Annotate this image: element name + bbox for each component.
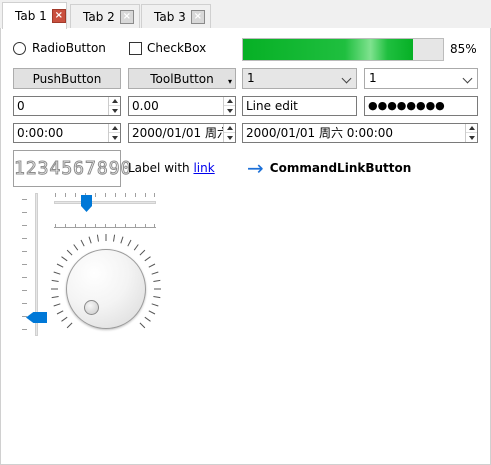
spinbox-double-value: 0.00 [132, 99, 159, 113]
dial-notch [144, 316, 151, 322]
dial-notch [113, 234, 116, 242]
dial-notch [88, 236, 92, 244]
tool-button[interactable]: ToolButton ▾ [128, 68, 236, 89]
slider-groove [54, 201, 156, 204]
date-edit-value: 2000/01/01 周六 [132, 126, 229, 140]
checkbox[interactable] [129, 42, 142, 55]
tab-1-label: Tab 1 [15, 9, 47, 23]
dial-notch [56, 263, 64, 268]
password-field[interactable]: ●●●●●●●● [364, 96, 478, 116]
slider-ticks-bottom [54, 224, 156, 228]
close-icon[interactable]: × [51, 9, 66, 23]
dial-notch [61, 256, 68, 262]
datetime-edit-value: 2000/01/01 周六 0:00:00 [246, 126, 394, 140]
close-icon[interactable]: × [119, 9, 134, 24]
chevron-down-icon: ▾ [227, 77, 232, 86]
label-link[interactable]: link [193, 161, 214, 175]
spin-buttons [223, 97, 235, 115]
time-edit[interactable]: 0:00:00 [13, 123, 121, 143]
time-edit-value: 0:00:00 [17, 126, 64, 140]
spin-buttons [465, 124, 477, 142]
dial-notch [148, 263, 156, 268]
dial-notch [80, 239, 85, 247]
dial-notch [66, 322, 73, 329]
dial-notch [53, 271, 61, 275]
dial-notch [144, 256, 151, 262]
spin-buttons [223, 124, 235, 142]
tab-bar: Tab 1 × Tab 2 × Tab 3 × [0, 0, 491, 29]
checkbox-label: CheckBox [147, 41, 207, 55]
dial-notch [51, 296, 59, 299]
dial[interactable] [66, 249, 146, 329]
triangle-down-icon[interactable] [109, 106, 120, 115]
dial-notch [120, 236, 124, 244]
dial-notch [66, 249, 73, 256]
triangle-up-icon[interactable] [224, 97, 235, 106]
radio-button-label: RadioButton [32, 41, 106, 55]
combo-box[interactable]: 1 [364, 68, 478, 89]
combo-value: 1 [247, 71, 255, 85]
dial-notch [73, 244, 79, 251]
slider-handle[interactable] [81, 195, 92, 212]
dial-notch [148, 310, 156, 315]
triangle-down-icon[interactable] [109, 133, 120, 142]
dial-notch [51, 279, 59, 282]
command-link-label: CommandLinkButton [269, 161, 412, 175]
dial-notch [53, 303, 61, 307]
dial-notch [153, 279, 161, 282]
progress-fill [243, 39, 413, 60]
progress-text: 85% [450, 42, 477, 56]
arrow-right-icon: → [247, 156, 264, 180]
tab-3[interactable]: Tab 3 × [141, 4, 211, 28]
dial-notch [61, 316, 68, 322]
slider-ticks-left [22, 193, 27, 336]
triangle-up-icon[interactable] [224, 124, 235, 133]
dial-notch [151, 271, 159, 275]
triangle-up-icon[interactable] [466, 124, 477, 133]
triangle-up-icon[interactable] [109, 124, 120, 133]
triangle-down-icon[interactable] [224, 133, 235, 142]
slider-ticks-top [54, 193, 156, 197]
tab-2[interactable]: Tab 2 × [70, 4, 140, 28]
label-text: Label with [128, 161, 194, 175]
push-button[interactable]: PushButton [13, 68, 121, 89]
tool-button-label: ToolButton [150, 72, 214, 86]
tab-2-label: Tab 2 [83, 9, 115, 24]
triangle-down-icon[interactable] [466, 133, 477, 142]
spinbox-int[interactable]: 0 [13, 96, 121, 116]
dial-notch [139, 322, 146, 329]
date-edit[interactable]: 2000/01/01 周六 [128, 123, 236, 143]
label-with-link: Label with link [128, 161, 215, 175]
command-link-button[interactable]: → CommandLinkButton [247, 158, 411, 178]
lcd-number: 1234567890 [13, 150, 132, 187]
tab-1[interactable]: Tab 1 × [2, 2, 67, 29]
dial-notch [96, 234, 99, 242]
horizontal-slider[interactable] [54, 193, 156, 229]
chevron-down-icon[interactable] [462, 73, 473, 84]
progress-bar [242, 38, 444, 61]
chevron-down-icon[interactable] [341, 73, 352, 84]
spin-buttons [108, 97, 120, 115]
dial-notch [133, 244, 139, 251]
triangle-down-icon[interactable] [224, 106, 235, 115]
close-icon[interactable]: × [190, 9, 205, 24]
spinbox-double[interactable]: 0.00 [128, 96, 236, 116]
dial-notch [56, 310, 64, 315]
tab-3-label: Tab 3 [154, 9, 186, 24]
dial-handle[interactable] [84, 300, 99, 315]
combo-box-editable[interactable]: 1 [242, 68, 357, 89]
radio-button[interactable] [13, 42, 26, 55]
spinbox-int-value: 0 [17, 99, 25, 113]
spin-buttons [108, 124, 120, 142]
datetime-edit[interactable]: 2000/01/01 周六 0:00:00 [242, 123, 478, 143]
line-edit[interactable]: Line edit [242, 96, 357, 116]
vertical-slider[interactable] [16, 193, 47, 336]
dial-notch [139, 249, 146, 256]
combo-value: 1 [369, 71, 377, 85]
slider-handle[interactable] [26, 312, 47, 323]
dial-notch [151, 303, 159, 307]
dial-notch [153, 296, 161, 299]
dial-notch [127, 239, 132, 247]
triangle-up-icon[interactable] [109, 97, 120, 106]
